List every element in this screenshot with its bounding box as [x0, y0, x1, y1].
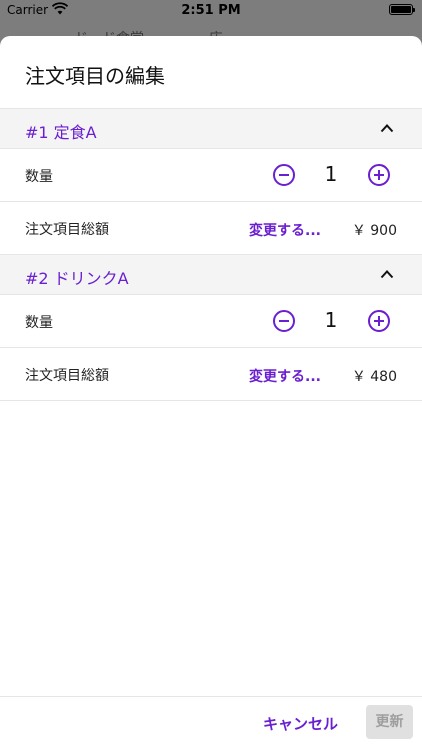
- item-header-label: #2 ドリンクA: [25, 269, 129, 288]
- change-price-link[interactable]: 変更する...: [249, 220, 321, 240]
- item-header-1[interactable]: #1 定食A: [0, 108, 422, 149]
- quantity-label: 数量: [25, 315, 53, 331]
- cancel-button[interactable]: キャンセル: [263, 713, 338, 734]
- battery-icon: [389, 4, 415, 15]
- plus-circle-icon[interactable]: [367, 163, 391, 187]
- update-button[interactable]: 更新: [366, 705, 413, 739]
- item-header-label: #1 定食A: [25, 123, 97, 142]
- minus-circle-icon[interactable]: [272, 309, 296, 333]
- dialog-title: 注文項目の編集: [25, 64, 165, 88]
- quantity-label: 数量: [25, 169, 53, 185]
- item-price: ￥ 480: [351, 369, 397, 385]
- minus-circle-icon[interactable]: [272, 163, 296, 187]
- quantity-row-2: 数量 1: [0, 295, 422, 348]
- change-price-link[interactable]: 変更する...: [249, 366, 321, 386]
- quantity-row-1: 数量 1: [0, 149, 422, 202]
- chevron-up-icon[interactable]: [380, 123, 394, 133]
- edit-order-items-sheet: 注文項目の編集 #1 定食A 数量 1 注文項目総額 変更する... ￥ 900…: [0, 36, 422, 750]
- total-label: 注文項目総額: [25, 368, 109, 384]
- total-row-1: 注文項目総額 変更する... ￥ 900: [0, 202, 422, 255]
- quantity-value: 1: [324, 308, 338, 332]
- dialog-footer: キャンセル 更新: [0, 696, 422, 750]
- total-row-2: 注文項目総額 変更する... ￥ 480: [0, 348, 422, 401]
- quantity-value: 1: [324, 162, 338, 186]
- plus-circle-icon[interactable]: [367, 309, 391, 333]
- item-header-2[interactable]: #2 ドリンクA: [0, 254, 422, 295]
- chevron-up-icon[interactable]: [380, 269, 394, 279]
- total-label: 注文項目総額: [25, 222, 109, 238]
- status-time: 2:51 PM: [181, 3, 241, 18]
- item-price: ￥ 900: [351, 223, 397, 239]
- status-bar: Carrier 2:51 PM: [0, 0, 422, 22]
